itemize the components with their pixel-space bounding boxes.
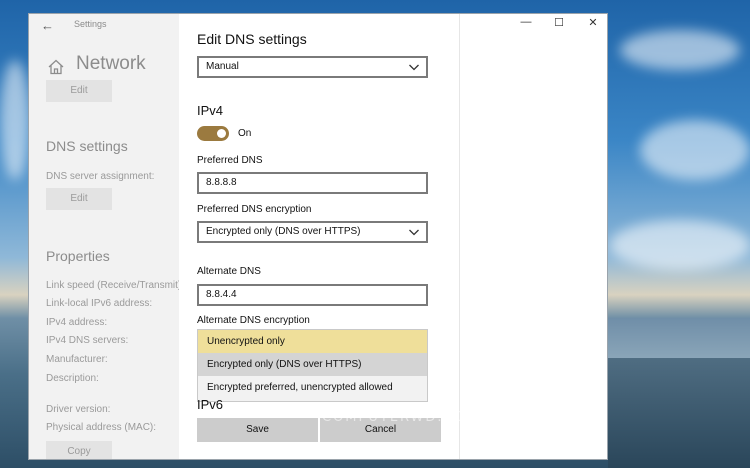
cloud xyxy=(640,120,750,180)
sea xyxy=(608,318,750,358)
preferred-encryption-label: Preferred DNS encryption xyxy=(197,204,312,215)
dns-mode-select[interactable]: Manual xyxy=(197,56,428,78)
window-right-area: — ☐ ✕ xyxy=(459,14,607,459)
option-unencrypted-only[interactable]: Unencrypted only xyxy=(198,330,427,353)
ipv4-heading: IPv4 xyxy=(197,103,224,118)
preferred-dns-label: Preferred DNS xyxy=(197,155,263,166)
alternate-encryption-label: Alternate DNS encryption xyxy=(197,315,310,326)
dns-settings-heading: DNS settings xyxy=(46,138,128,154)
home-icon[interactable] xyxy=(47,58,65,76)
chevron-down-icon xyxy=(409,229,419,236)
close-button[interactable]: ✕ xyxy=(583,16,603,29)
alternate-dns-label: Alternate DNS xyxy=(197,266,261,277)
dialog-title: Edit DNS settings xyxy=(197,31,307,47)
property-label: Link speed (Receive/Transmit): xyxy=(46,280,185,291)
shore xyxy=(608,358,750,468)
settings-window: ← Settings Network Edit DNS settings DNS… xyxy=(28,13,608,460)
property-label: IPv4 DNS servers: xyxy=(46,335,129,346)
preferred-encryption-select[interactable]: Encrypted only (DNS over HTTPS) xyxy=(197,221,428,243)
property-label: Link-local IPv6 address: xyxy=(46,298,153,309)
chevron-down-icon xyxy=(409,64,419,71)
cloud xyxy=(0,60,30,180)
alternate-encryption-dropdown: Unencrypted only Encrypted only (DNS ove… xyxy=(197,329,428,402)
toggle-state-label: On xyxy=(238,128,252,139)
option-encrypted-only[interactable]: Encrypted only (DNS over HTTPS) xyxy=(198,353,427,376)
property-label: IPv4 address: xyxy=(46,317,108,328)
ip-edit-button[interactable]: Edit xyxy=(46,80,112,102)
preferred-encryption-value: Encrypted only (DNS over HTTPS) xyxy=(206,226,361,237)
driver-version-label: Driver version: xyxy=(46,404,111,415)
property-label: Description: xyxy=(46,373,99,384)
cloud xyxy=(620,30,740,70)
properties-heading: Properties xyxy=(46,248,110,264)
dns-assignment-label: DNS server assignment: xyxy=(46,171,155,182)
watermark: COMPUTERWD.COM xyxy=(322,410,481,425)
network-settings-pane: ← Settings Network Edit DNS settings DNS… xyxy=(29,14,184,459)
preferred-dns-input[interactable]: 8.8.8.8 xyxy=(197,172,428,194)
ipv6-heading: IPv6 xyxy=(197,397,224,412)
dns-mode-value: Manual xyxy=(206,61,239,72)
property-label: Manufacturer: xyxy=(46,354,108,365)
copy-button[interactable]: Copy xyxy=(46,441,112,459)
mac-address-label: Physical address (MAC): xyxy=(46,422,157,433)
toggle-knob xyxy=(217,129,226,138)
cloud xyxy=(610,220,750,270)
back-button[interactable]: ← xyxy=(41,18,54,33)
dns-edit-button[interactable]: Edit xyxy=(46,188,112,210)
maximize-button[interactable]: ☐ xyxy=(549,16,569,29)
save-button[interactable]: Save xyxy=(197,418,318,442)
window-title: Settings xyxy=(74,19,107,29)
ipv4-toggle[interactable] xyxy=(197,126,229,141)
option-encrypted-preferred[interactable]: Encrypted preferred, unencrypted allowed xyxy=(198,376,427,399)
alternate-dns-input[interactable]: 8.8.4.4 xyxy=(197,284,428,306)
edit-dns-dialog: Edit DNS settings Manual IPv4 On Preferr… xyxy=(179,14,459,459)
page-title: Network xyxy=(76,53,146,74)
minimize-button[interactable]: — xyxy=(516,16,536,28)
